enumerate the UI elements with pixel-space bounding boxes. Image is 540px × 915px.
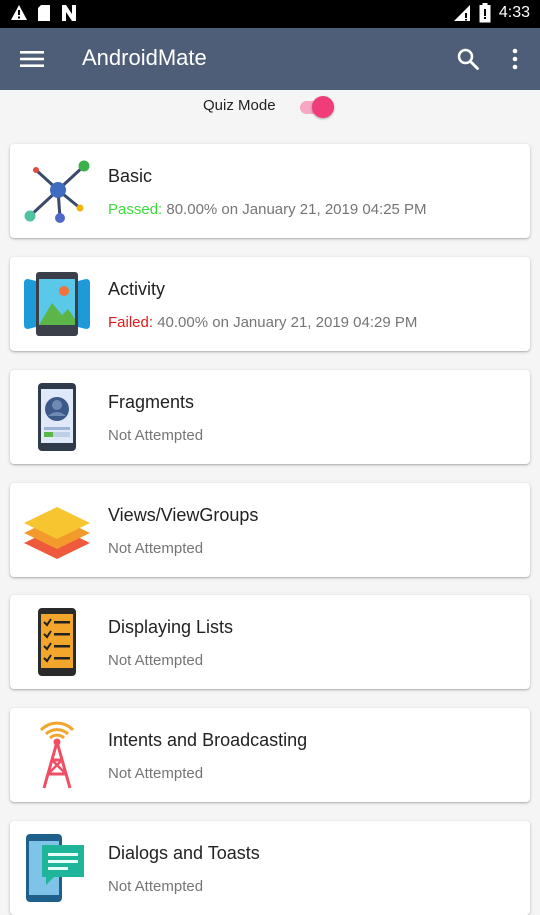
status-label: Passed: <box>108 201 163 218</box>
topic-title: Intents and Broadcasting <box>108 730 308 750</box>
phone-checklist-icon <box>38 608 76 676</box>
signal-icon <box>453 5 470 21</box>
topic-card-views-viewgroups[interactable]: Views/ViewGroups Not Attempted <box>10 483 530 577</box>
status-time: 4:33 <box>498 4 530 21</box>
network-nodes-icon <box>24 160 90 223</box>
topic-status: Passed: 80.00% on January 21, 2019 04:25… <box>108 201 427 218</box>
quiz-mode-row: Quiz Mode <box>0 90 540 124</box>
topic-status: Failed: 40.00% on January 21, 2019 04:29… <box>108 314 417 331</box>
n-icon <box>62 5 76 21</box>
topic-status: Not Attempted <box>108 652 204 669</box>
search-icon[interactable] <box>456 47 480 71</box>
topic-card-activity[interactable]: Activity Failed: 40.00% on January 21, 2… <box>10 257 530 351</box>
topic-title: Dialogs and Toasts <box>108 843 260 863</box>
topic-status: Not Attempted <box>108 765 204 782</box>
topic-status: Not Attempted <box>108 540 204 557</box>
toggle-thumb <box>312 96 334 118</box>
topic-title: Activity <box>108 279 166 299</box>
topic-card-displaying-lists[interactable]: Displaying Lists Not Attempted <box>10 595 530 689</box>
topic-status: Not Attempted <box>108 878 204 895</box>
battery-icon <box>479 3 491 23</box>
topic-title: Views/ViewGroups <box>108 505 259 525</box>
layers-icon <box>24 507 90 559</box>
topic-status: Not Attempted <box>108 427 204 444</box>
app-title: AndroidMate <box>82 45 207 70</box>
quiz-mode-label: Quiz Mode <box>203 97 276 114</box>
status-detail: 80.00% on January 21, 2019 04:25 PM <box>162 201 427 218</box>
app-bar: AndroidMate <box>0 28 540 90</box>
quiz-mode-toggle[interactable] <box>298 96 338 118</box>
status-label: Failed: <box>108 314 154 331</box>
more-vert-icon[interactable] <box>505 47 525 71</box>
topic-card-basic[interactable]: Basic Passed: 80.00% on January 21, 2019… <box>10 144 530 238</box>
topic-card-intents-broadcasting[interactable]: Intents and Broadcasting Not Attempted <box>10 708 530 802</box>
topic-title: Displaying Lists <box>108 617 234 637</box>
phone-screen-image-icon <box>24 272 90 336</box>
status-bar: 4:33 <box>0 0 540 28</box>
phone-profile-icon <box>38 383 76 451</box>
topic-card-fragments[interactable]: Fragments Not Attempted <box>10 370 530 464</box>
sd-card-icon <box>38 5 50 21</box>
warning-icon <box>11 5 27 20</box>
topic-title: Fragments <box>108 392 195 412</box>
status-detail: 40.00% on January 21, 2019 04:29 PM <box>153 314 418 331</box>
topic-card-dialogs-toasts[interactable]: Dialogs and Toasts Not Attempted <box>10 821 530 915</box>
broadcast-tower-icon <box>39 721 75 789</box>
menu-icon[interactable] <box>20 49 44 69</box>
topic-title: Basic <box>108 166 153 186</box>
phone-dialog-icon <box>26 834 84 902</box>
